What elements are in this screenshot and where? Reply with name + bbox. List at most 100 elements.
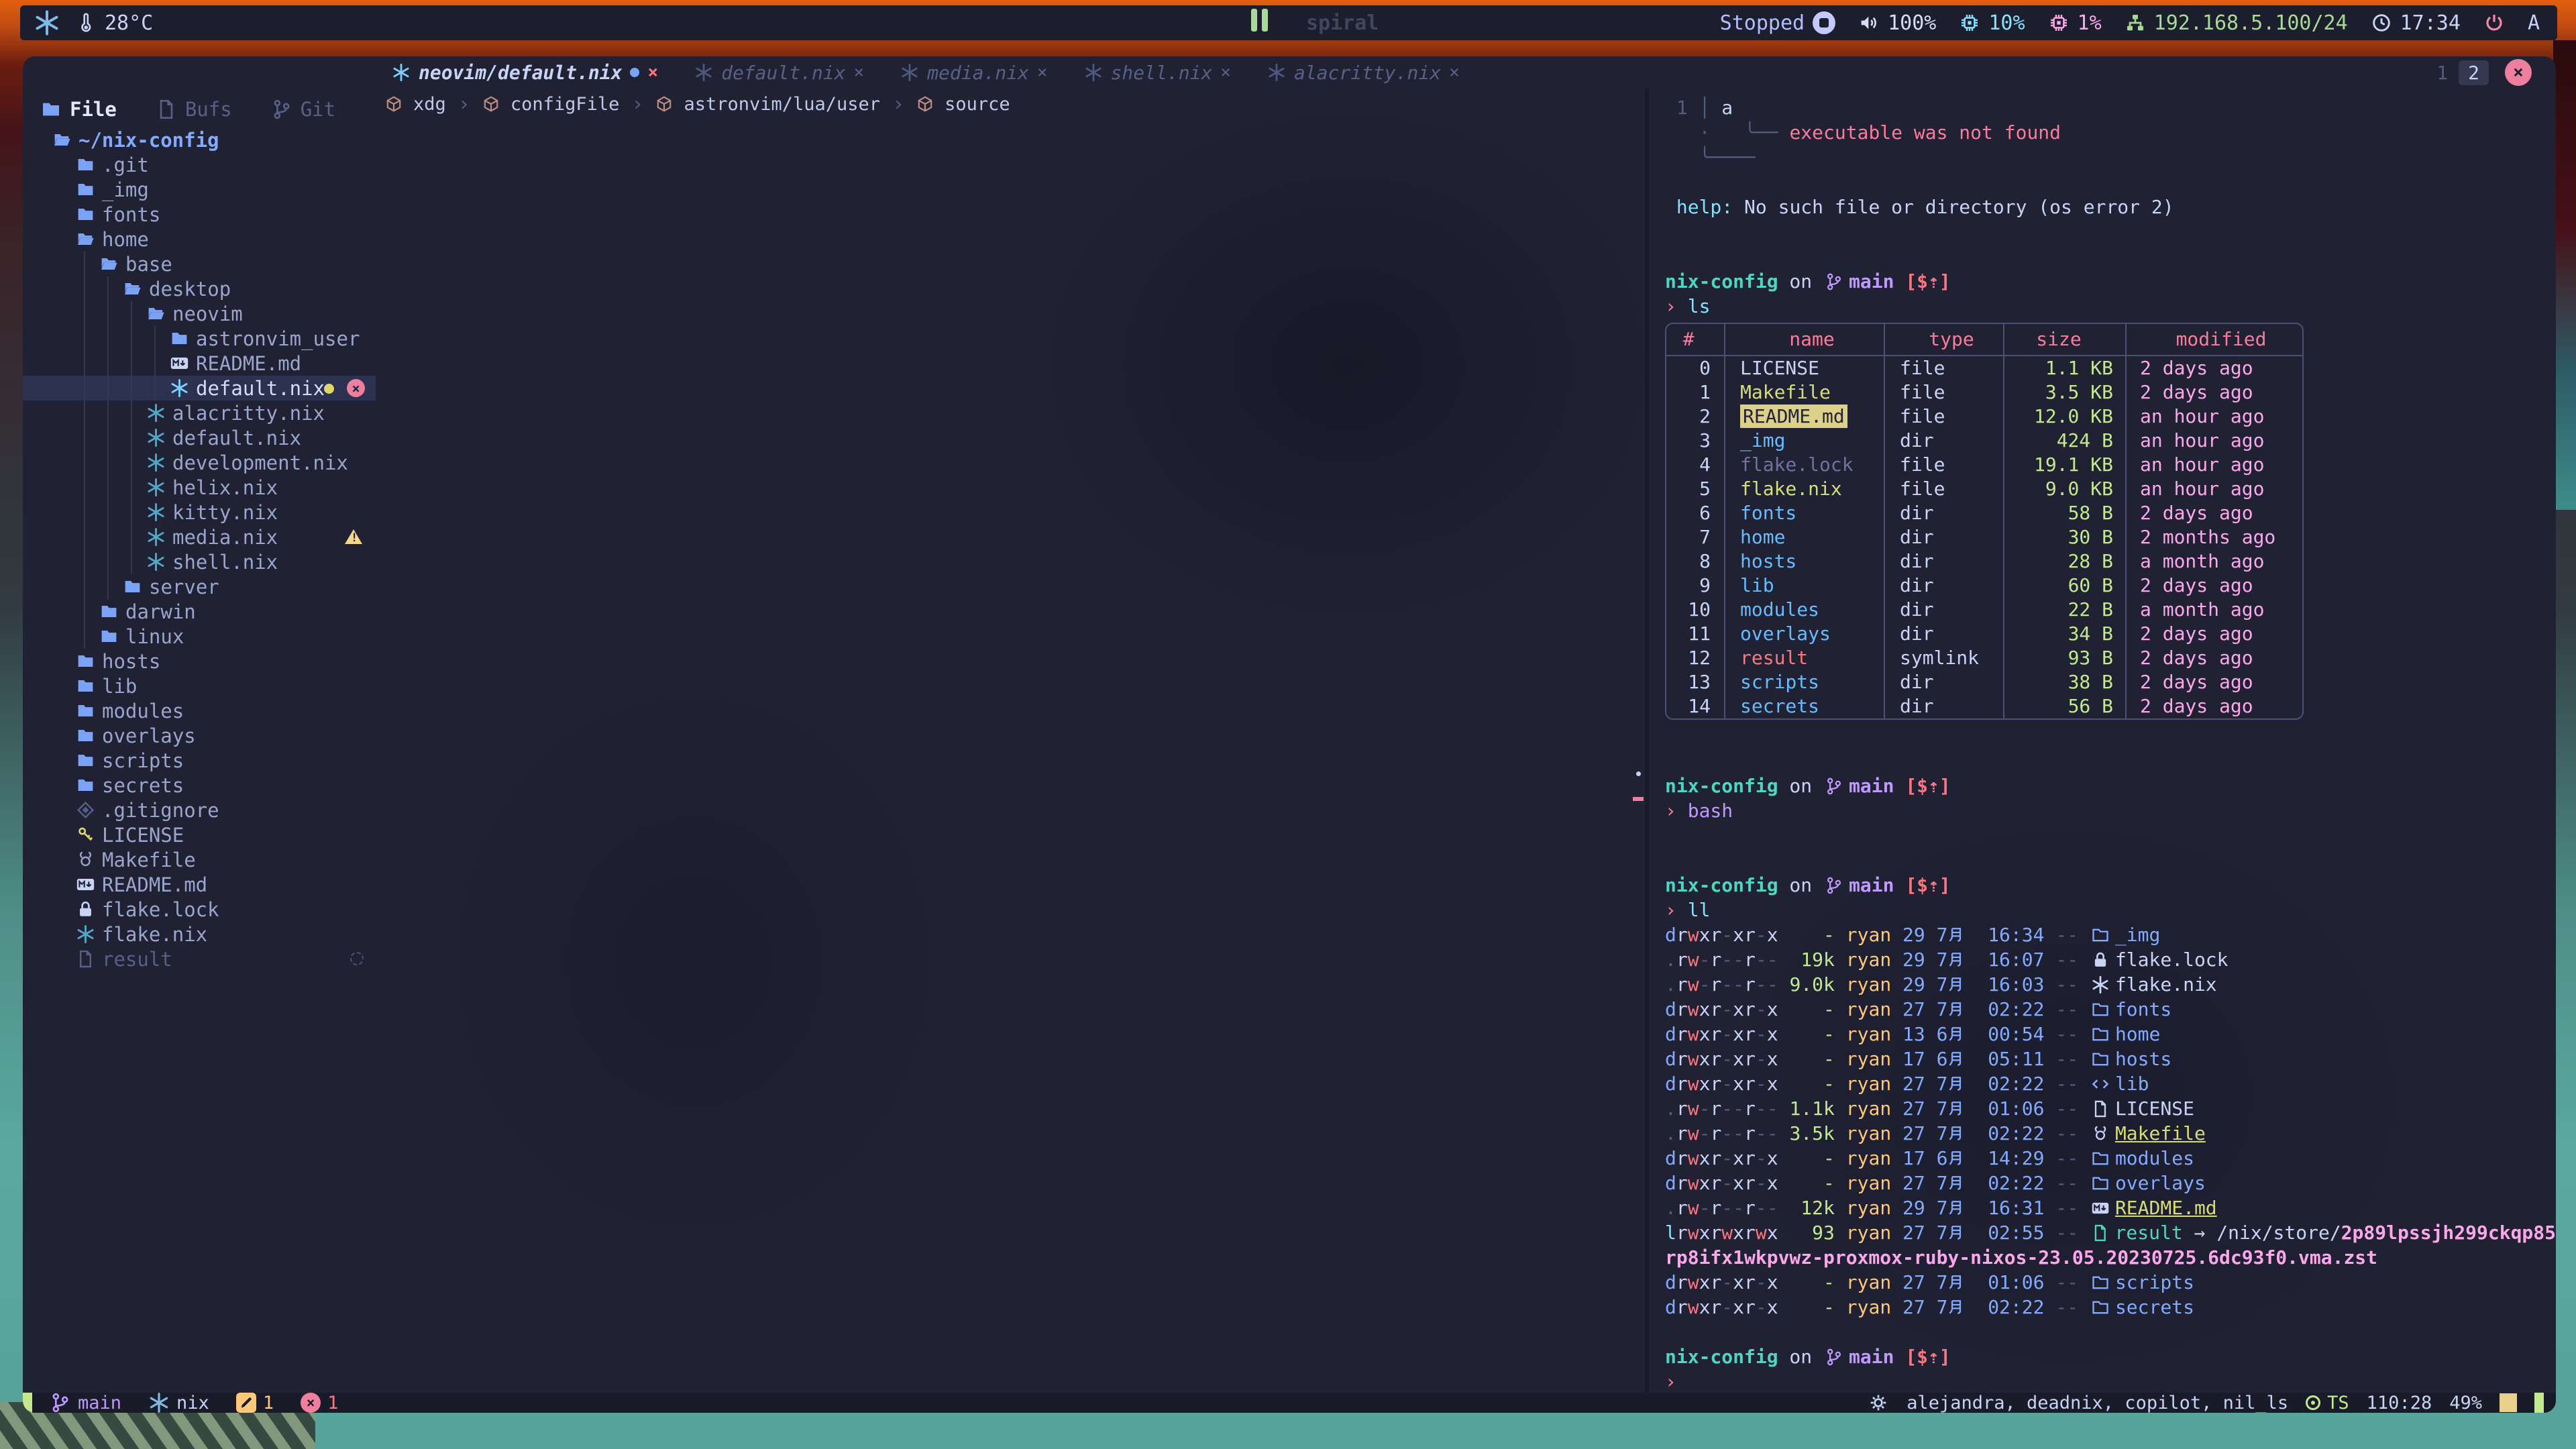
tree-item[interactable]: linux bbox=[23, 624, 376, 649]
tree-item[interactable]: darwin bbox=[23, 599, 376, 624]
file-name: README.md bbox=[2115, 1195, 2217, 1220]
explorer-tab-bufs[interactable]: Bufs bbox=[156, 98, 232, 121]
tree-item[interactable]: development.nix bbox=[23, 450, 376, 475]
chevron-right-icon: › bbox=[625, 93, 650, 116]
tree-item-label: scripts bbox=[102, 749, 184, 772]
file-name: modules bbox=[2115, 1146, 2194, 1171]
tree-item-label: flake.nix bbox=[102, 923, 207, 946]
tree-item[interactable]: desktop bbox=[23, 276, 376, 301]
package-icon bbox=[655, 95, 673, 113]
tab-close-icon[interactable]: × bbox=[1220, 62, 1231, 83]
tree-item[interactable]: .gitignore bbox=[23, 798, 376, 822]
terminal-line: › bash bbox=[1665, 798, 2556, 823]
close-icon[interactable]: × bbox=[2505, 59, 2532, 86]
tree-item[interactable]: .git bbox=[23, 152, 376, 177]
tab-close-icon[interactable]: × bbox=[854, 62, 865, 83]
tree-item-label: overlays bbox=[102, 724, 196, 747]
tree-item[interactable]: alacritty.nix bbox=[23, 400, 376, 425]
tree-item[interactable]: media.nix bbox=[23, 525, 376, 549]
tree-item[interactable]: shell.nix bbox=[23, 549, 376, 574]
file-name: README.md bbox=[1740, 405, 1847, 428]
tree-item[interactable]: neovim bbox=[23, 301, 376, 326]
tab-close-icon[interactable]: × bbox=[647, 62, 658, 83]
statusline-mode-bar bbox=[2534, 1393, 2544, 1413]
tree-item[interactable]: default.nix× bbox=[23, 376, 376, 400]
keyboard-layout[interactable]: A bbox=[2528, 11, 2540, 35]
buffer-tab[interactable]: neovim/default.nix× bbox=[378, 56, 672, 89]
player-status-module[interactable]: Stopped bbox=[1720, 11, 1835, 35]
tree-item[interactable]: helix.nix bbox=[23, 475, 376, 500]
tree-item[interactable]: secrets bbox=[23, 773, 376, 798]
tree-item[interactable]: lib bbox=[23, 674, 376, 698]
tree-item[interactable]: README.md bbox=[23, 872, 376, 897]
tree-item[interactable]: flake.lock bbox=[23, 897, 376, 922]
tree-item[interactable]: flake.nix bbox=[23, 922, 376, 947]
modified-dot bbox=[630, 68, 639, 77]
player-status-label: Stopped bbox=[1720, 11, 1805, 35]
buffer-tab[interactable]: media.nix× bbox=[887, 56, 1061, 89]
cpu-module[interactable]: 1% bbox=[2048, 11, 2102, 35]
error-badge: × bbox=[347, 379, 365, 397]
media-pause-icon[interactable] bbox=[1251, 9, 1273, 37]
folder2-icon bbox=[2091, 1025, 2110, 1044]
tree-item[interactable]: hosts bbox=[23, 649, 376, 674]
buffer-tab[interactable]: alacritty.nix × bbox=[1254, 56, 1473, 89]
tree-item[interactable]: kitty.nix bbox=[23, 500, 376, 525]
tree-item[interactable]: fonts bbox=[23, 202, 376, 227]
volume-module[interactable]: 100% bbox=[1858, 11, 1936, 35]
snow-icon bbox=[146, 453, 166, 472]
explorer-tab-file[interactable]: File bbox=[40, 98, 117, 121]
tree-item-label: result bbox=[102, 948, 172, 971]
tab-close-icon[interactable]: × bbox=[1037, 62, 1048, 83]
tabpage-indicators: 12 bbox=[2436, 60, 2489, 85]
tree-item[interactable]: overlays bbox=[23, 723, 376, 748]
tabpage-2[interactable]: 2 bbox=[2459, 60, 2489, 85]
ll-entry: drwxr-xr-x - ryan 13 6 00:54 -- home bbox=[1665, 1022, 2556, 1046]
folder-open-icon bbox=[99, 254, 119, 274]
modified-count-segment[interactable]: 1 bbox=[236, 1393, 274, 1413]
gpu-module[interactable]: 10% bbox=[1959, 11, 2025, 35]
tree-item[interactable]: result bbox=[23, 947, 376, 971]
clock-module[interactable]: 17:34 bbox=[2371, 11, 2461, 35]
tree-item[interactable]: ~/nix-config bbox=[23, 127, 376, 152]
power-icon[interactable] bbox=[2483, 12, 2505, 34]
git-branch-segment[interactable]: main bbox=[50, 1392, 121, 1413]
explorer-tab-git[interactable]: Git bbox=[271, 98, 335, 121]
terminal-line: › ll bbox=[1665, 898, 2556, 922]
buffer-tab[interactable]: shell.nix× bbox=[1071, 56, 1244, 89]
tree-item-label: fonts bbox=[102, 203, 160, 226]
tree-item[interactable]: server bbox=[23, 574, 376, 599]
statusline-yellow-widget bbox=[2500, 1393, 2517, 1412]
tab-close-icon[interactable]: × bbox=[1449, 62, 1460, 83]
ip-address: 192.168.5.100/24 bbox=[2154, 11, 2348, 35]
tabpage-1[interactable]: 1 bbox=[2436, 62, 2448, 84]
temperature-module[interactable]: 28°C bbox=[75, 11, 153, 35]
snow-icon bbox=[146, 527, 166, 547]
tree-item[interactable]: default.nix bbox=[23, 425, 376, 450]
tree-item[interactable]: Makefile bbox=[23, 847, 376, 872]
tree-item[interactable]: astronvim_user bbox=[23, 326, 376, 351]
editor-pane[interactable]: xdg›configFile›astronvim/lua/user›source bbox=[376, 89, 1645, 1393]
filetype-segment: nix bbox=[148, 1392, 209, 1413]
tree-item[interactable]: LICENSE bbox=[23, 822, 376, 847]
terminal-line: help: No such file or directory (os erro… bbox=[1665, 195, 2556, 219]
terminal-pane[interactable]: 1 │ a · ╰── executable was not found ╰──… bbox=[1649, 89, 2556, 1393]
buffer-tab[interactable]: default.nix× bbox=[681, 56, 877, 89]
tree-item[interactable]: home bbox=[23, 227, 376, 252]
error-count-segment[interactable]: ×1 bbox=[301, 1393, 338, 1413]
buffer-tab-label: alacritty.nix bbox=[1294, 62, 1441, 84]
tree-item[interactable]: modules bbox=[23, 698, 376, 723]
tree-item-label: modules bbox=[102, 700, 184, 722]
tree-item[interactable]: _img bbox=[23, 177, 376, 202]
folder-icon bbox=[76, 676, 95, 696]
network-module[interactable]: 192.168.5.100/24 bbox=[2125, 11, 2348, 35]
folder2-icon bbox=[2091, 1149, 2110, 1168]
tree-item-label: home bbox=[102, 228, 149, 251]
breadcrumb-segment: xdg bbox=[413, 94, 446, 115]
tree-item-label: alacritty.nix bbox=[172, 402, 325, 425]
nixos-logo-icon bbox=[34, 9, 60, 36]
tree-item[interactable]: README.md bbox=[23, 351, 376, 376]
tree-item[interactable]: base bbox=[23, 252, 376, 276]
git-branch-icon bbox=[1825, 876, 1843, 895]
tree-item[interactable]: scripts bbox=[23, 748, 376, 773]
